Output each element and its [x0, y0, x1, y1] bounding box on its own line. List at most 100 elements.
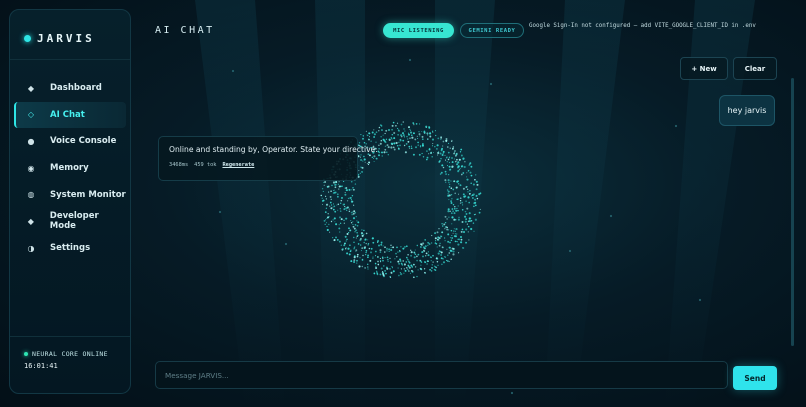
orb-particle: [380, 243, 383, 246]
orb-particle: [401, 263, 403, 265]
sidebar-item-dashboard[interactable]: ◆ Dashboard: [14, 75, 126, 101]
orb-particle: [393, 132, 396, 134]
message-input[interactable]: [155, 361, 728, 389]
orb-particle: [451, 237, 454, 239]
orb-particle: [424, 132, 426, 134]
orb-particle: [438, 237, 441, 240]
orb-particle: [473, 230, 475, 232]
orb-particle: [410, 254, 413, 257]
orb-particle: [373, 129, 375, 131]
orb-particle: [414, 146, 418, 149]
orb-particle: [470, 182, 472, 185]
orb-particle: [424, 271, 426, 274]
orb-particle: [386, 144, 389, 147]
orb-particle: [450, 180, 452, 182]
orb-particle: [355, 237, 357, 239]
orb-particle: [453, 180, 455, 183]
orb-particle: [334, 191, 337, 194]
orb-particle: [349, 250, 352, 253]
orb-particle: [399, 139, 402, 142]
orb-particle: [382, 259, 384, 262]
orb-particle: [334, 210, 337, 213]
orb-particle: [431, 138, 435, 141]
orb-particle: [332, 219, 334, 221]
regenerate-link[interactable]: Regenerate: [222, 162, 254, 168]
orb-particle: [363, 229, 365, 232]
orb-particle: [356, 224, 359, 227]
core-status-text: NEURAL CORE ONLINE: [32, 350, 108, 358]
orb-particle: [474, 201, 477, 204]
orb-particle: [392, 270, 395, 273]
orb-particle: [340, 244, 342, 246]
sidebar-item-memory[interactable]: ◉ Memory: [14, 155, 126, 181]
orb-particle: [335, 236, 337, 239]
orb-particle: [434, 145, 436, 148]
orb-particle: [398, 130, 400, 132]
orb-particle: [447, 151, 450, 154]
clear-chat-button[interactable]: Clear: [733, 57, 777, 80]
orb-particle: [395, 141, 398, 145]
orb-particle: [428, 147, 431, 150]
orb-particle: [419, 144, 422, 147]
orb-particle: [452, 253, 455, 256]
orb-particle: [464, 210, 467, 213]
orb-particle: [450, 239, 453, 242]
sidebar-item-ai-chat[interactable]: ◇ AI Chat: [14, 101, 126, 128]
orb-particle: [400, 268, 403, 270]
orb-particle: [372, 257, 374, 259]
orb-particle: [427, 251, 430, 253]
orb-particle: [460, 241, 463, 244]
orb-particle: [361, 234, 364, 237]
orb-particle: [450, 229, 453, 232]
orb-particle: [385, 129, 388, 132]
orb-particle: [397, 251, 399, 253]
orb-particle: [441, 263, 443, 266]
orb-particle: [449, 249, 452, 252]
orb-particle: [405, 256, 408, 259]
clock: 16:01:41: [24, 362, 58, 370]
orb-particle: [336, 204, 338, 206]
orb-particle: [455, 155, 457, 157]
orb-particle: [448, 185, 451, 188]
orb-particle: [329, 231, 331, 233]
mic-status-badge[interactable]: MIC LISTENING: [383, 23, 454, 38]
orb-particle: [358, 266, 361, 268]
orb-particle: [452, 250, 455, 253]
orb-particle: [347, 197, 350, 200]
orb-particle: [460, 154, 463, 157]
orb-particle: [331, 204, 333, 206]
background-particle: [698, 298, 702, 302]
orb-particle: [441, 225, 444, 227]
orb-particle: [463, 195, 466, 198]
send-button[interactable]: Send: [733, 366, 777, 390]
orb-particle: [373, 155, 376, 158]
orb-particle: [453, 212, 456, 215]
sidebar-item-system-monitor[interactable]: ◍ System Monitor: [14, 182, 126, 208]
orb-particle: [354, 224, 357, 226]
sidebar-item-settings[interactable]: ◑ Settings: [14, 235, 126, 261]
orb-particle: [388, 138, 391, 141]
sidebar-item-voice-console[interactable]: ● Voice Console: [14, 128, 126, 154]
orb-particle: [353, 210, 356, 213]
chat-scrollbar[interactable]: [791, 78, 794, 346]
orb-particle: [379, 251, 382, 253]
core-status: NEURAL CORE ONLINE 16:01:41: [24, 350, 108, 370]
orb-particle: [344, 192, 346, 194]
orb-particle: [375, 265, 377, 267]
orb-particle: [402, 121, 405, 123]
orb-particle: [434, 242, 437, 244]
orb-particle: [405, 266, 408, 269]
user-message: hey jarvis: [719, 95, 775, 126]
scrollbar-thumb[interactable]: [791, 78, 794, 346]
orb-particle: [367, 138, 370, 140]
orb-particle: [420, 246, 422, 248]
orb-particle: [436, 261, 439, 263]
new-chat-button[interactable]: + New: [680, 57, 728, 80]
orb-particle: [334, 186, 337, 189]
orb-particle: [395, 125, 397, 127]
orb-particle: [421, 144, 424, 147]
orb-particle: [386, 249, 388, 251]
sidebar-item-developer-mode[interactable]: ◆ Developer Mode: [14, 208, 126, 234]
orb-particle: [353, 259, 356, 262]
orb-particle: [350, 199, 353, 201]
